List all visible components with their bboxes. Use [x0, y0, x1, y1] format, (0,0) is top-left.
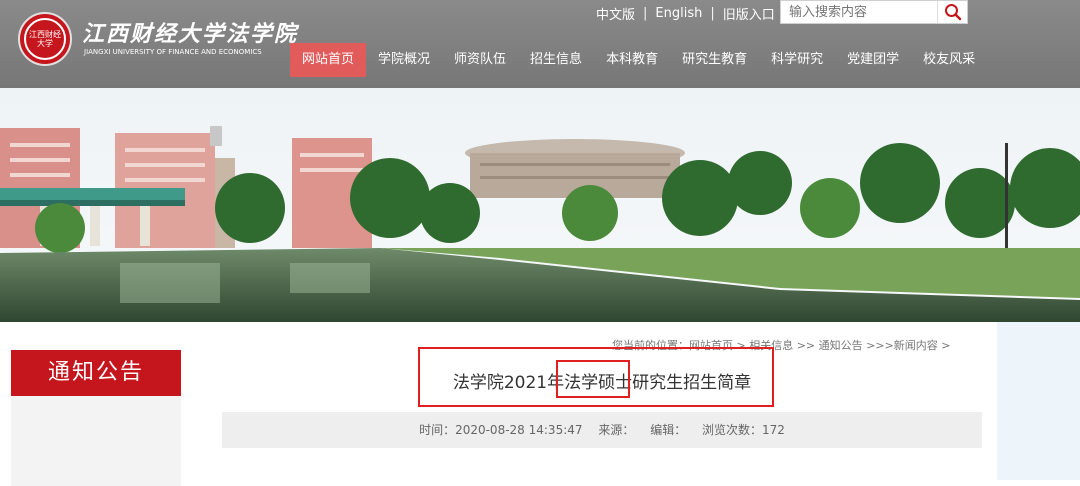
separator: |	[643, 6, 648, 21]
link-english[interactable]: English	[655, 6, 702, 21]
breadcrumb-path[interactable]: 网站首页 > 相关信息 >> 通知公告 >>>新闻内容 >	[689, 339, 951, 352]
main-nav: 网站首页 学院概况 师资队伍 招生信息 本科教育 研究生教育 科学研究 党建团学…	[290, 43, 987, 77]
search-box	[780, 0, 968, 24]
search-input[interactable]	[781, 3, 937, 21]
nav-undergraduate[interactable]: 本科教育	[594, 43, 670, 77]
breadcrumb-prefix: 您当前的位置：	[612, 339, 689, 352]
article-title: 法学院2021年法学硕士研究生招生简章	[452, 373, 752, 393]
campus-banner-image	[0, 88, 1080, 322]
nav-admissions[interactable]: 招生信息	[518, 43, 594, 77]
search-button[interactable]	[937, 1, 967, 23]
meta-source: 来源：	[598, 423, 635, 437]
search-icon	[944, 4, 961, 21]
logo-seal: 江西财经大学	[24, 18, 66, 60]
sidebar-panel	[11, 396, 181, 486]
nav-party[interactable]: 党建团学	[835, 43, 911, 77]
link-chinese[interactable]: 中文版	[596, 4, 635, 23]
university-logo[interactable]: 江西财经大学	[18, 12, 72, 66]
breadcrumb: 您当前的位置：网站首页 > 相关信息 >> 通知公告 >>>新闻内容 >	[612, 337, 951, 353]
nav-faculty[interactable]: 师资队伍	[442, 43, 518, 77]
link-old-version[interactable]: 旧版入口	[723, 4, 775, 23]
nav-research[interactable]: 科学研究	[759, 43, 835, 77]
article-meta: 时间：2020-08-28 14:35:47 来源： 编辑： 浏览次数：172	[222, 412, 982, 448]
separator: |	[710, 6, 715, 21]
nav-about[interactable]: 学院概况	[366, 43, 442, 77]
meta-time: 时间：2020-08-28 14:35:47	[419, 423, 583, 437]
nav-alumni[interactable]: 校友风采	[911, 43, 987, 77]
nav-graduate[interactable]: 研究生教育	[670, 43, 759, 77]
brand-name-en: JIANGXI UNIVERSITY OF FINANCE AND ECONOM…	[84, 48, 262, 56]
meta-editor: 编辑：	[650, 423, 687, 437]
sidebar-title: 通知公告	[11, 350, 181, 396]
campus-scene	[0, 88, 1080, 322]
right-side-panel	[997, 322, 1080, 480]
site-header: 江西财经大学 江西财经大学法学院 JIANGXI UNIVERSITY OF F…	[0, 0, 1080, 88]
language-links: 中文版 | English | 旧版入口	[596, 4, 775, 23]
nav-home[interactable]: 网站首页	[290, 43, 367, 77]
meta-views: 浏览次数：172	[702, 423, 785, 437]
brand-name-cn: 江西财经大学法学院	[82, 21, 299, 47]
